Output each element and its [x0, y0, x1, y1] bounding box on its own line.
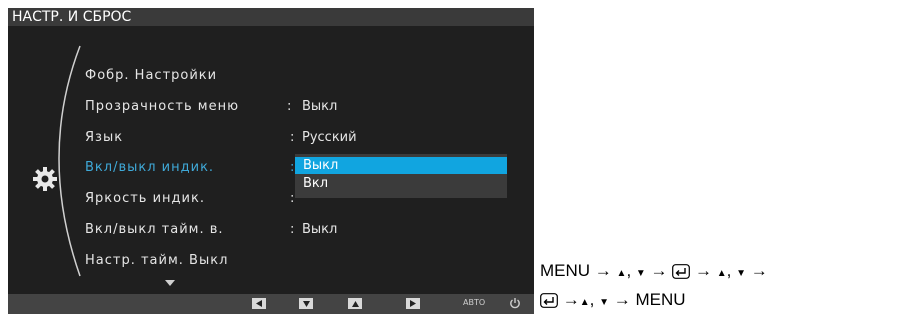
- up-triangle-icon: ▲: [579, 297, 590, 308]
- comma-text: ,: [589, 290, 595, 309]
- down-button-icon[interactable]: [299, 298, 313, 309]
- enter-key-icon: [672, 264, 691, 279]
- menu-item-power-indicator[interactable]: Вкл/выкл индик.: [85, 160, 214, 175]
- menu-value-off-timer: Выкл: [302, 222, 338, 237]
- menu-item-factory-reset[interactable]: Фобр. Настройки: [85, 68, 217, 83]
- arrow-text: →: [750, 261, 768, 280]
- osd-title: НАСТР. И СБРОС: [8, 8, 534, 26]
- right-button-icon[interactable]: [406, 298, 420, 309]
- menu-separator: :: [290, 191, 295, 206]
- menu-arc-decoration: [58, 45, 81, 277]
- instruction-line-2: →▲, ▼ → MENU: [540, 287, 768, 316]
- menu-item-menu-transparency[interactable]: Прозрачность меню: [85, 99, 239, 114]
- osd-button-bar: АВТО: [8, 294, 534, 314]
- menu-item-off-timer-toggle[interactable]: Вкл/выкл тайм. в.: [85, 222, 224, 237]
- menu-key-label: MENU: [540, 261, 591, 280]
- scroll-down-icon[interactable]: [165, 280, 175, 286]
- menu-separator: :: [290, 160, 295, 175]
- up-triangle-icon: ▲: [716, 268, 727, 279]
- menu-item-indicator-brightness[interactable]: Яркость индик.: [85, 191, 205, 206]
- menu-separator: :: [287, 99, 292, 114]
- osd-menu-body: Фобр. Настройки Прозрачность меню : Выкл…: [8, 26, 534, 294]
- navigation-instructions: MENU → ▲, ▼ → → ▲, ▼ → →▲, ▼ → MENU: [540, 258, 768, 316]
- instruction-line-1: MENU → ▲, ▼ → → ▲, ▼ →: [540, 258, 768, 287]
- up-triangle-icon: ▲: [616, 268, 627, 279]
- power-indicator-dropdown[interactable]: Выкл Вкл: [295, 154, 507, 198]
- menu-item-language[interactable]: Язык: [85, 130, 123, 145]
- arrow-text: →: [594, 261, 612, 280]
- menu-separator: :: [290, 222, 295, 237]
- down-triangle-icon: ▼: [736, 268, 747, 279]
- osd-window: НАСТР. И СБРОС Фобр. Настройки Прозрачно…: [8, 8, 534, 314]
- up-button-icon[interactable]: [348, 298, 362, 309]
- menu-item-off-timer-setup[interactable]: Настр. тайм. Выкл: [85, 253, 228, 268]
- left-button-icon[interactable]: [252, 298, 266, 309]
- arrow-text: →: [562, 290, 580, 309]
- arrow-text: →: [695, 261, 713, 280]
- down-triangle-icon: ▼: [599, 297, 610, 308]
- down-triangle-icon: ▼: [635, 268, 646, 279]
- comma-text: ,: [626, 261, 632, 280]
- power-icon[interactable]: [509, 297, 521, 309]
- gear-icon: [33, 167, 57, 191]
- arrow-text: →: [613, 290, 631, 309]
- menu-key-label: MENU: [635, 290, 686, 309]
- arrow-text: →: [650, 261, 668, 280]
- dropdown-option-on[interactable]: Вкл: [295, 175, 507, 192]
- enter-key-icon: [540, 293, 558, 308]
- menu-value-menu-transparency: Выкл: [302, 99, 338, 114]
- menu-separator: :: [290, 130, 295, 145]
- dropdown-option-off[interactable]: Выкл: [295, 157, 507, 174]
- comma-text: ,: [726, 261, 732, 280]
- auto-button-label[interactable]: АВТО: [463, 298, 485, 307]
- menu-value-language: Русский: [302, 130, 357, 145]
